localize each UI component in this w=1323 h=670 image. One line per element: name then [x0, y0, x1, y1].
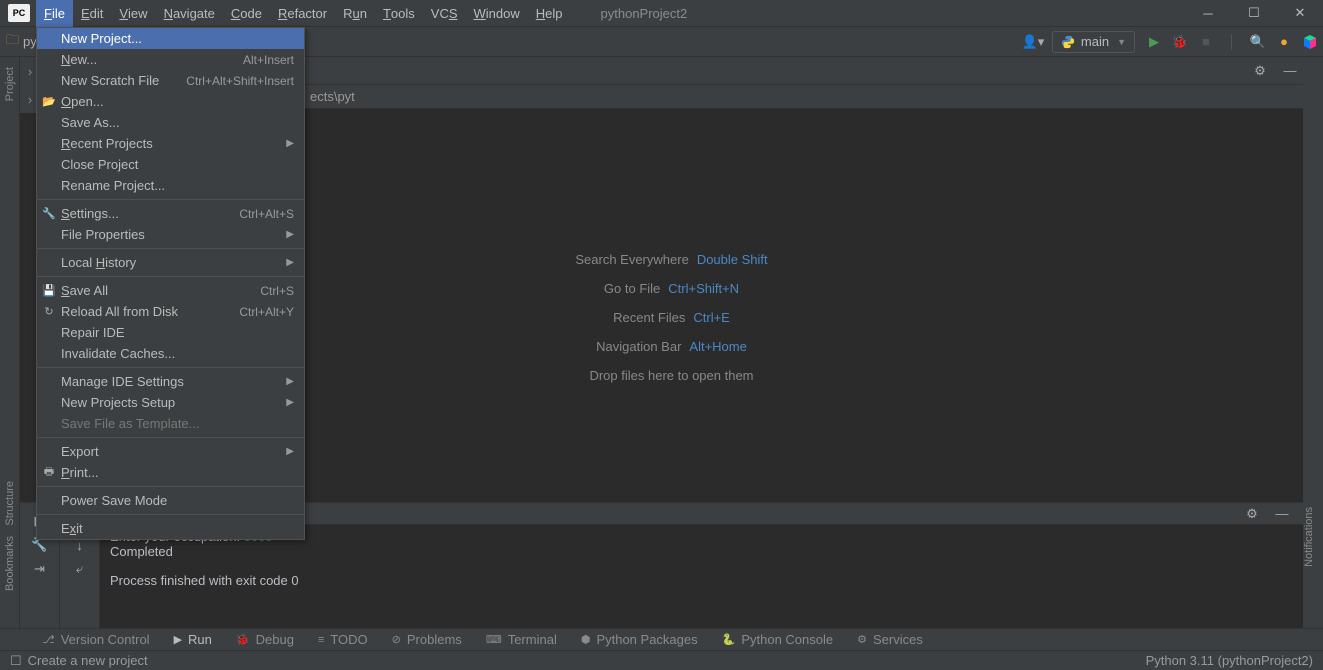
menu-item-new-project[interactable]: New Project...: [37, 28, 304, 49]
search-icon[interactable]: 🔍: [1245, 29, 1271, 55]
minimize-button[interactable]: ─: [1185, 0, 1231, 27]
close-button[interactable]: ✕: [1277, 0, 1323, 27]
ide-updates-icon[interactable]: ●: [1271, 29, 1297, 55]
menu-item-save-file-as-template: Save File as Template...: [37, 413, 304, 434]
structure-tool[interactable]: Structure: [4, 481, 16, 526]
menu-vcs[interactable]: VCS: [423, 0, 466, 27]
menu-item-reload-all-from-disk[interactable]: ↻Reload All from DiskCtrl+Alt+Y: [37, 301, 304, 322]
menu-item-invalidate-caches[interactable]: Invalidate Caches...: [37, 343, 304, 364]
hide-run-icon[interactable]: —: [1269, 501, 1295, 527]
file-menu-dropdown: New Project...New...Alt+InsertNew Scratc…: [36, 27, 305, 540]
tool-version-control[interactable]: ⎇Version Control: [30, 629, 162, 651]
bookmarks-tool[interactable]: Bookmarks: [4, 536, 16, 591]
step-icon[interactable]: ⇥: [27, 557, 53, 581]
console-line: Completed: [110, 544, 1293, 559]
gear-icon[interactable]: ⚙: [1247, 58, 1273, 84]
menu-item-open[interactable]: 📂Open...: [37, 91, 304, 112]
menu-item-rename-project[interactable]: Rename Project...: [37, 175, 304, 196]
menu-item-local-history[interactable]: Local History▶: [37, 252, 304, 273]
right-tool-strip: Notifications: [1303, 57, 1323, 628]
stop-button[interactable]: ■: [1193, 29, 1219, 55]
tool-problems[interactable]: ⊘Problems: [380, 629, 474, 651]
menu-code[interactable]: Code: [223, 0, 270, 27]
menu-item-print[interactable]: 🖶Print...: [37, 462, 304, 483]
menu-run[interactable]: Run: [335, 0, 375, 27]
menu-file[interactable]: File: [36, 0, 73, 27]
menu-navigate[interactable]: Navigate: [156, 0, 223, 27]
run-settings-icon[interactable]: ⚙: [1239, 501, 1265, 527]
folder-icon: 🗀: [6, 31, 19, 53]
soft-wrap-icon[interactable]: ⤶: [67, 557, 93, 581]
divider: │: [1219, 29, 1245, 55]
menubar: FileEditViewNavigateCodeRefactorRunTools…: [36, 0, 571, 27]
jetbrains-toolbox-icon[interactable]: [1297, 29, 1323, 55]
tool-debug[interactable]: 🐞Debug: [224, 629, 306, 651]
tool-python-packages[interactable]: ⬢Python Packages: [569, 629, 710, 651]
menu-item-new[interactable]: New...Alt+Insert: [37, 49, 304, 70]
breadcrumb[interactable]: 🗀 py: [6, 31, 37, 53]
project-tool[interactable]: Project: [4, 67, 16, 101]
menu-item-recent-projects[interactable]: Recent Projects▶: [37, 133, 304, 154]
run-config-name: main: [1081, 34, 1109, 49]
breadcrumb-label: py: [23, 34, 37, 49]
left-tool-strip: Project Structure Bookmarks: [0, 57, 20, 628]
run-button[interactable]: ▶: [1141, 29, 1167, 55]
tool-run[interactable]: ▶Run: [162, 629, 224, 651]
tool-python-console[interactable]: 🐍Python Console: [710, 629, 845, 651]
menu-item-file-properties[interactable]: File Properties▶: [37, 224, 304, 245]
menu-window[interactable]: Window: [466, 0, 528, 27]
tool-todo[interactable]: ≡TODO: [306, 629, 380, 651]
hide-icon[interactable]: —: [1277, 58, 1303, 84]
menu-item-new-projects-setup[interactable]: New Projects Setup▶: [37, 392, 304, 413]
app-logo: PC: [8, 4, 30, 22]
menu-item-save-as[interactable]: Save As...: [37, 112, 304, 133]
menu-item-close-project[interactable]: Close Project: [37, 154, 304, 175]
path-fragment: ects\pyt: [310, 89, 355, 104]
notifications-tool[interactable]: Notifications: [1303, 507, 1315, 567]
bottom-toolbar: ⎇Version Control▶Run🐞Debug≡TODO⊘Problems…: [0, 628, 1323, 650]
debug-button[interactable]: 🐞: [1167, 29, 1193, 55]
run-config-selector[interactable]: main ▼: [1052, 31, 1135, 53]
menu-item-power-save-mode[interactable]: Power Save Mode: [37, 490, 304, 511]
status-bar: ☐ Create a new project Python 3.11 (pyth…: [0, 650, 1323, 670]
add-user-icon[interactable]: 👤▾: [1020, 29, 1046, 55]
chevron-down-icon: ▼: [1117, 37, 1126, 47]
console-line: Process finished with exit code 0: [110, 573, 1293, 588]
python-icon: [1061, 35, 1075, 49]
menu-item-save-all[interactable]: 💾Save AllCtrl+S: [37, 280, 304, 301]
project-name: pythonProject2: [601, 6, 688, 21]
interpreter-label[interactable]: Python 3.11 (pythonProject2): [1146, 653, 1313, 668]
status-message: Create a new project: [28, 653, 148, 668]
maximize-button[interactable]: ☐: [1231, 0, 1277, 27]
menu-item-settings[interactable]: 🔧Settings...Ctrl+Alt+S: [37, 203, 304, 224]
menu-item-repair-ide[interactable]: Repair IDE: [37, 322, 304, 343]
status-icon[interactable]: ☐: [10, 653, 22, 669]
menu-item-manage-ide-settings[interactable]: Manage IDE Settings▶: [37, 371, 304, 392]
tool-terminal[interactable]: ⌨Terminal: [474, 629, 569, 651]
menu-item-new-scratch-file[interactable]: New Scratch FileCtrl+Alt+Shift+Insert: [37, 70, 304, 91]
menu-help[interactable]: Help: [528, 0, 571, 27]
menu-tools[interactable]: Tools: [375, 0, 423, 27]
menu-view[interactable]: View: [111, 0, 155, 27]
titlebar: PC FileEditViewNavigateCodeRefactorRunTo…: [0, 0, 1323, 27]
menu-item-exit[interactable]: Exit: [37, 518, 304, 539]
menu-refactor[interactable]: Refactor: [270, 0, 335, 27]
tool-services[interactable]: ⚙Services: [845, 629, 935, 651]
menu-item-export[interactable]: Export▶: [37, 441, 304, 462]
menu-edit[interactable]: Edit: [73, 0, 111, 27]
